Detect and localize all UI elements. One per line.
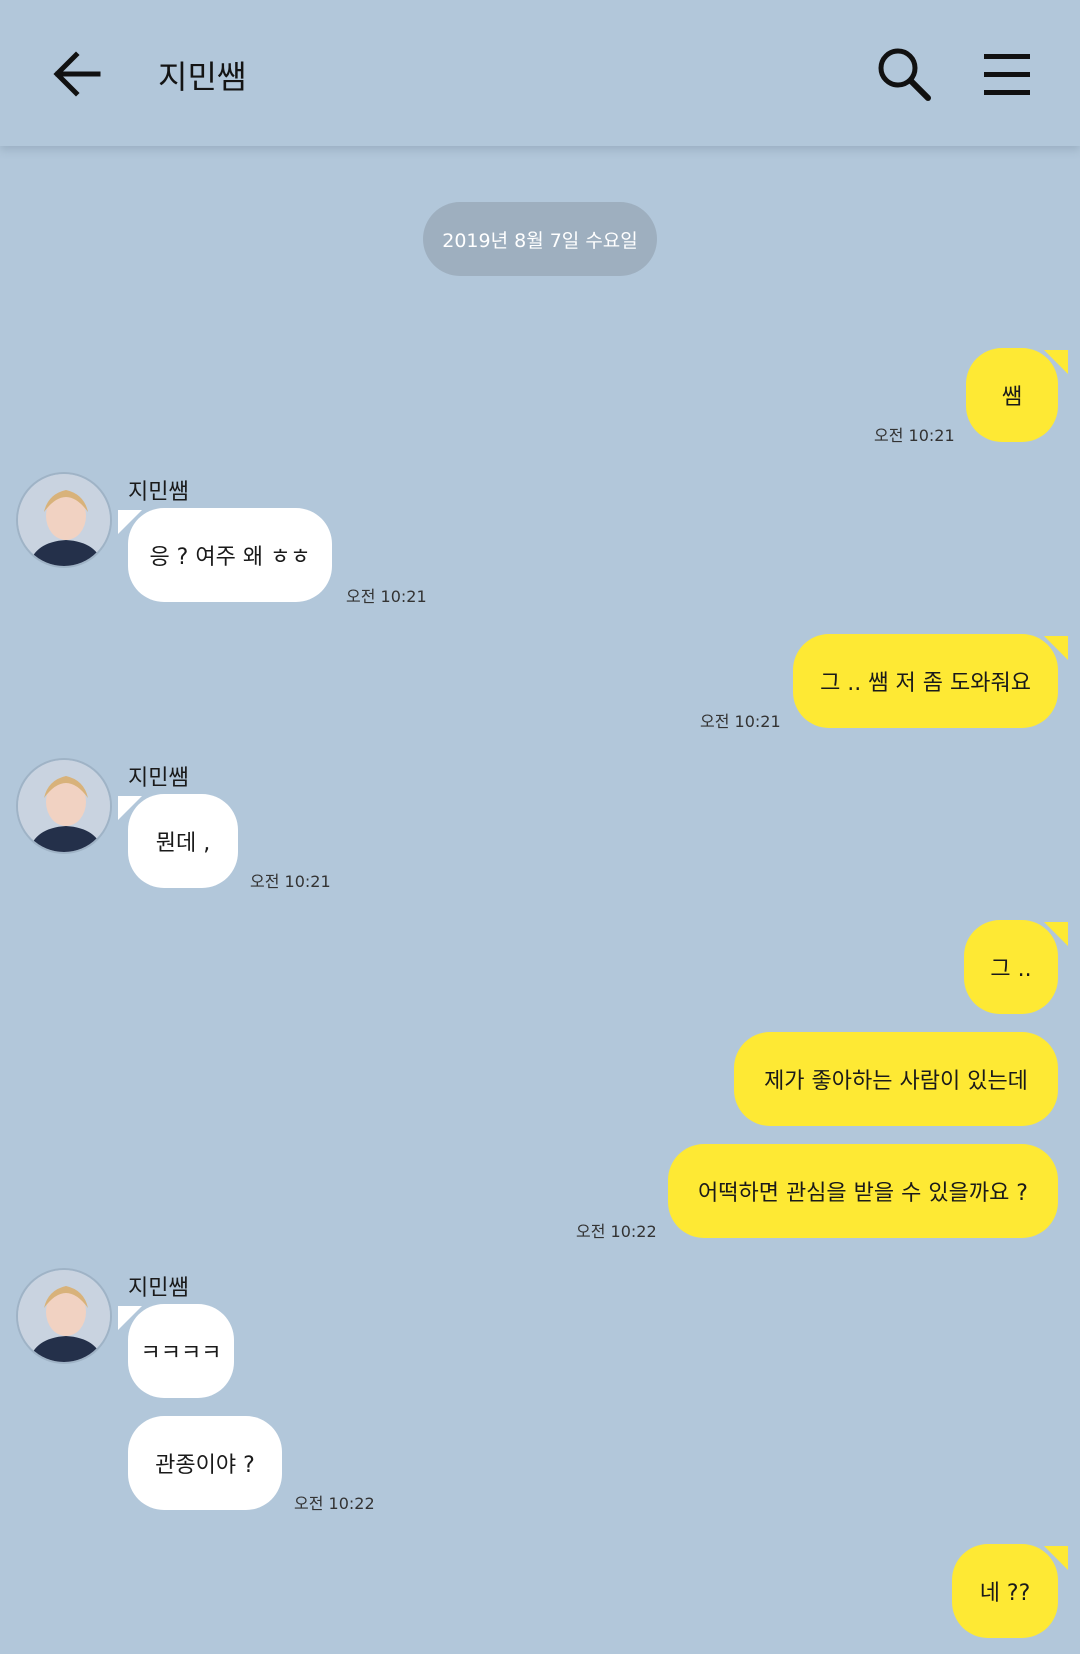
- message-time: 오전 10:21: [700, 712, 781, 731]
- chat-title: 지민쌤: [158, 58, 247, 96]
- avatar[interactable]: [16, 472, 112, 568]
- sender-name: 지민쌤: [128, 1276, 189, 1301]
- my-message-bubble[interactable]: 쌤: [966, 348, 1068, 442]
- my-message-bubble[interactable]: 어떡하면 관심을 받을 수 있을까요 ?: [668, 1144, 1058, 1238]
- message-time: 오전 10:21: [346, 587, 427, 606]
- message-time: 오전 10:21: [250, 872, 331, 891]
- their-message-bubble[interactable]: 뭔데 ,: [118, 794, 238, 888]
- their-message-bubble[interactable]: ㅋㅋㅋㅋ: [118, 1304, 234, 1398]
- message-time: 오전 10:22: [294, 1494, 375, 1513]
- my-message-bubble[interactable]: 그 ..: [964, 920, 1068, 1014]
- their-message-bubble[interactable]: 관종이야 ?: [128, 1416, 282, 1510]
- my-message-bubble[interactable]: 제가 좋아하는 사람이 있는데: [734, 1032, 1058, 1126]
- message-time: 오전 10:22: [576, 1222, 657, 1241]
- chat-header: 지민쌤: [0, 0, 1080, 146]
- their-message-bubble[interactable]: 응 ? 여주 왜 ㅎㅎ: [118, 508, 332, 602]
- search-icon: [878, 48, 931, 101]
- my-message-bubble[interactable]: 그 .. 쌤 저 좀 도와줘요: [793, 634, 1068, 728]
- menu-icon: [984, 54, 1030, 95]
- message-time: 오전 10:21: [874, 426, 955, 445]
- sender-name: 지민쌤: [128, 480, 189, 505]
- profile-photo-icon: [18, 474, 110, 566]
- profile-photo-icon: [18, 760, 110, 852]
- sender-name: 지민쌤: [128, 766, 189, 791]
- search-button[interactable]: [874, 44, 934, 104]
- back-button[interactable]: [48, 42, 112, 106]
- profile-photo-icon: [18, 1270, 110, 1362]
- arrow-left-icon: [53, 51, 101, 97]
- menu-button[interactable]: [980, 48, 1034, 100]
- date-divider: 2019년 8월 7일 수요일: [423, 202, 657, 276]
- avatar[interactable]: [16, 758, 112, 854]
- avatar[interactable]: [16, 1268, 112, 1364]
- my-message-bubble[interactable]: 네 ??: [952, 1544, 1068, 1638]
